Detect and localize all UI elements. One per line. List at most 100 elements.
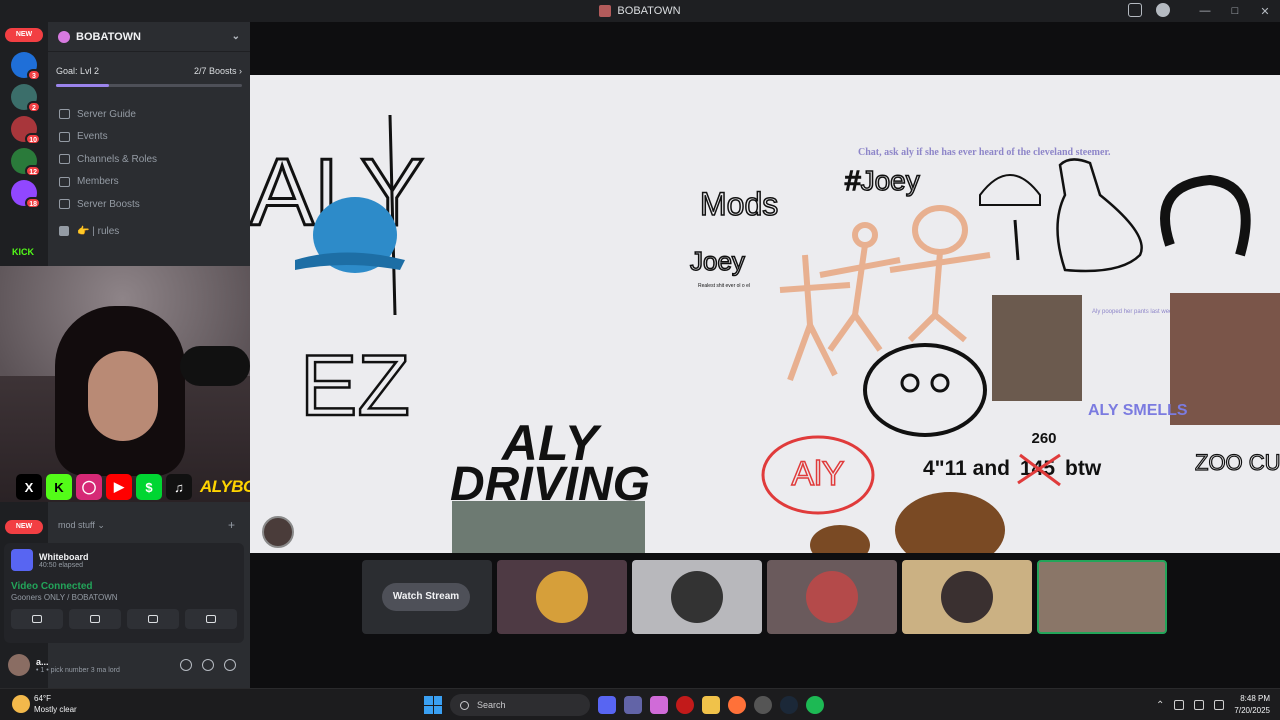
weight-suffix: btw [1065,457,1102,480]
x-icon: X [16,474,42,500]
cashapp-icon: $ [136,474,162,500]
realest-note: Realest shit ever ol o el [698,283,750,289]
driving-video-thumbnail [452,501,645,553]
avatar[interactable] [8,654,30,676]
soundboard-button[interactable] [185,609,237,629]
volume-icon[interactable] [1214,700,1225,710]
file-explorer-icon[interactable] [702,696,720,714]
network-icon[interactable] [1194,700,1205,710]
clock[interactable]: 8:48 PM 7/20/2025 [1234,693,1270,717]
mention-badge: 10 [25,133,41,145]
windows-taskbar: 64°F Mostly clear Search ⌃ 8:48 PM 7/20/… [0,688,1280,720]
microphone-image [180,346,250,386]
activity-row[interactable]: Whiteboard 40:50 elapsed [4,543,244,577]
weight-new: 260 [1031,430,1056,447]
add-channel-icon[interactable]: + [228,518,235,532]
whiteboard-canvas[interactable]: ALY EZ ALY DRIVING Chat, ask aly if she … [250,75,1280,553]
members-icon [59,176,70,187]
close-button[interactable]: ✕ [1250,5,1280,18]
clock-date: 7/20/2025 [1234,706,1270,715]
joey-label: Joey [690,246,745,276]
boost-progress-fill [56,84,109,87]
help-icon[interactable] [1156,3,1170,17]
participant-tile[interactable] [632,560,762,634]
chevron-up-icon[interactable]: ⌃ [1156,700,1164,711]
app-icon[interactable] [676,696,694,714]
headphones-icon[interactable] [202,659,214,671]
server-icon [599,5,612,17]
copilot-app-icon[interactable] [650,696,668,714]
voice-status: Video Connected [11,581,93,592]
spotify-icon[interactable] [806,696,824,714]
avatar [671,571,723,623]
discord-app-icon[interactable] [598,696,616,714]
participant-tile[interactable] [902,560,1032,634]
nav-server-guide[interactable]: Server Guide [48,103,250,126]
user-status: • 1 • pick number 3 ma lord [36,666,120,674]
monkey-doodle [863,343,987,437]
avatar [536,571,588,623]
activities-button[interactable] [127,609,179,629]
bottle-doodle [1056,158,1143,273]
mention-badge: 3 [27,69,41,81]
big-ez-scribble: EZ [300,338,410,434]
nav-channels-roles[interactable]: Channels & Roles [48,148,250,171]
kick-icon: K [46,474,72,500]
server-header[interactable]: BOBATOWN ⌄ [48,22,250,52]
teams-app-icon[interactable] [624,696,642,714]
guild-icon[interactable]: 3 [11,52,41,81]
channel-rules[interactable]: 👉 | rules [48,226,250,237]
guild-icon[interactable]: 12 [11,148,41,177]
goal-label: Goal: Lvl 2 [56,66,100,76]
voice-channel[interactable]: Gooners ONLY / BOBATOWN [4,592,244,603]
nav-events[interactable]: Events [48,126,250,149]
watch-stream-button[interactable]: Watch Stream [382,583,470,611]
stream-tile[interactable]: Watch Stream [362,560,492,634]
participant-tile[interactable] [497,560,627,634]
inbox-icon[interactable] [1128,3,1142,17]
taskbar-search[interactable]: Search [450,694,590,716]
gear-icon[interactable] [224,659,236,671]
guild-icon[interactable]: 10 [11,116,41,145]
participant-tile[interactable] [767,560,897,634]
firefox-icon[interactable] [728,696,746,714]
mic-icon[interactable] [180,659,192,671]
participant-video-tile[interactable] [1037,560,1167,634]
camera-off-button[interactable] [11,609,63,629]
screen-share-icon [90,615,100,623]
nav-server-boosts[interactable]: Server Boosts [48,193,250,216]
guide-icon [59,109,70,120]
boost-goal[interactable]: Goal: Lvl 2 2/7 Boosts › [48,52,250,76]
guild-icon[interactable]: 2 [11,84,41,113]
new-badge: NEW [5,28,43,42]
maximize-button[interactable]: □ [1220,5,1250,17]
start-button[interactable] [424,696,442,714]
whiteboard-user-avatar[interactable] [262,516,294,548]
weather-widget[interactable]: 64°F Mostly clear [12,693,77,715]
soundboard-icon [206,615,216,623]
screen-share-button[interactable] [69,609,121,629]
participant-tiles: Watch Stream [362,560,1167,634]
server-nav: Server Guide Events Channels & Roles Mem… [48,103,250,216]
kick-guild-label[interactable]: KICK [12,247,34,257]
app-icon[interactable] [754,696,772,714]
mention-badge: 12 [25,165,41,177]
twitch-guild-icon[interactable]: 18 [11,180,41,209]
mention-badge: 18 [25,197,41,209]
whiteboard-icon [11,549,33,571]
clock-time: 8:48 PM [1240,694,1270,703]
youtube-icon: ▶ [106,474,132,500]
weather-condition: Mostly clear [34,705,77,714]
voice-controls [4,603,244,635]
category-mod-stuff[interactable]: mod stuff ⌄ [58,520,105,531]
voice-panel: Whiteboard 40:50 elapsed Video Connected… [4,543,244,643]
avatar [806,571,858,623]
aly-smells-label: ALY SMELLS [1088,402,1188,419]
minimize-button[interactable]: — [1190,5,1220,17]
mic-tray-icon[interactable] [1174,700,1185,710]
search-icon [460,700,469,710]
nav-members[interactable]: Members [48,171,250,194]
activity-title: Whiteboard [39,551,89,562]
steam-icon[interactable] [780,696,798,714]
user-panel: a... • 1 • pick number 3 ma lord [4,648,244,682]
